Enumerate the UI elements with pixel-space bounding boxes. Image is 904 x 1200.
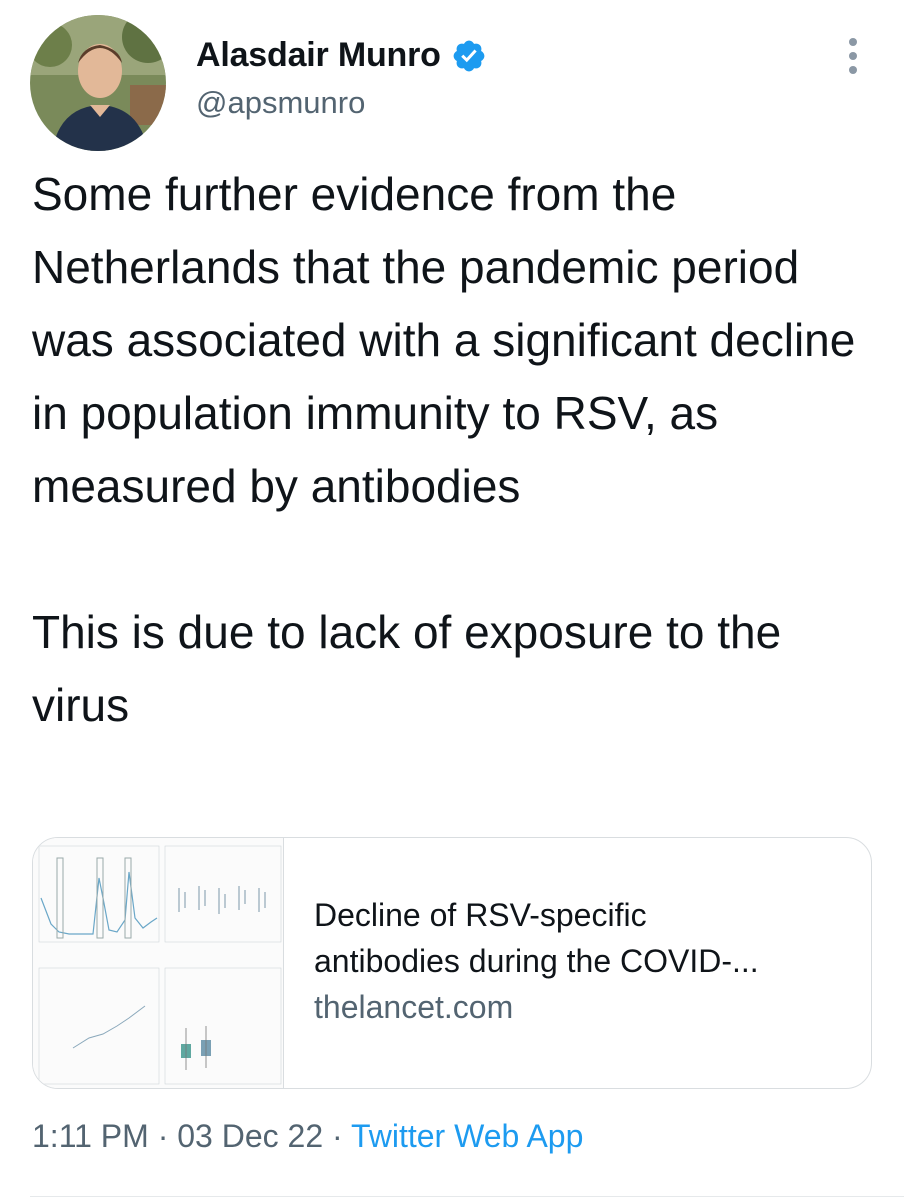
link-card-title: Decline of RSV-specific xyxy=(314,897,647,933)
article-figure-thumbnail xyxy=(33,838,284,1088)
tweet-date[interactable]: 03 Dec 22 xyxy=(177,1118,323,1154)
avatar-image xyxy=(30,15,166,151)
tweet-paragraph: Some further evidence from the Netherlan… xyxy=(32,168,856,512)
tweet-time[interactable]: 1:11 PM xyxy=(32,1118,149,1154)
tweet-metadata: 1:11 PM · 03 Dec 22 · Twitter Web App xyxy=(32,1118,583,1155)
separator: · xyxy=(323,1118,351,1154)
link-card-body: Decline of RSV-specific antibodies durin… xyxy=(284,838,759,1088)
more-options-icon[interactable] xyxy=(836,36,870,76)
tweet-text: Some further evidence from the Netherlan… xyxy=(32,158,882,742)
verified-badge-icon xyxy=(453,40,485,71)
tweet-source-link[interactable]: Twitter Web App xyxy=(351,1118,583,1154)
avatar[interactable] xyxy=(30,15,166,151)
tweet: Alasdair Munro @apsmunro Some further ev… xyxy=(0,0,904,1200)
link-card-domain: thelancet.com xyxy=(314,989,514,1025)
display-name[interactable]: Alasdair Munro xyxy=(196,36,441,75)
divider xyxy=(30,1196,904,1197)
user-handle[interactable]: @apsmunro xyxy=(196,85,487,121)
link-card-title: antibodies during the COVID-... xyxy=(314,943,759,979)
link-preview-card[interactable]: Decline of RSV-specific antibodies durin… xyxy=(32,837,872,1089)
separator: · xyxy=(148,1118,178,1154)
tweet-paragraph: This is due to lack of exposure to the v… xyxy=(32,606,782,731)
tweet-header: Alasdair Munro @apsmunro xyxy=(196,36,487,121)
name-row: Alasdair Munro xyxy=(196,36,487,75)
